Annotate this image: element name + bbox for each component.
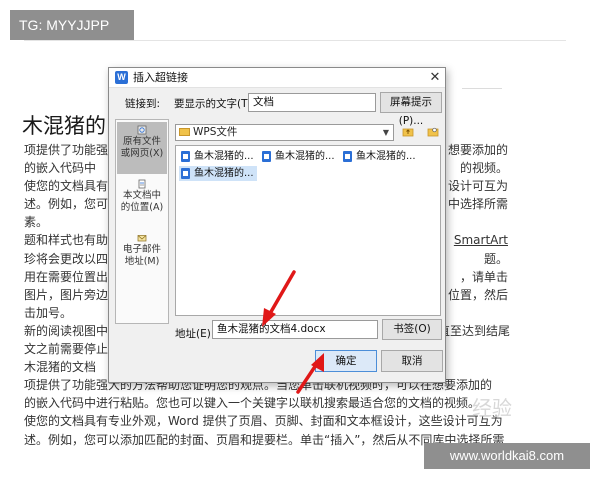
file-name: 鱼木混猪的... <box>194 151 254 162</box>
link-option-label: 电子邮件 地址(M) <box>122 244 161 267</box>
link-option-existing-file[interactable]: 原有文件 或网页(X) <box>117 122 167 174</box>
watermark-tag-bottom: www.worldkai8.com <box>424 443 590 469</box>
file-item[interactable]: 鱼木混猪的... <box>179 149 257 164</box>
link-option-label: 原有文件 或网页(X) <box>120 136 164 159</box>
wps-document-icon <box>343 151 352 162</box>
document-fragment: 设计可互为 <box>447 179 508 194</box>
up-folder-icon[interactable] <box>402 126 414 138</box>
address-label: 地址(E): <box>175 328 215 340</box>
watermark-jingyan: 经验 <box>472 396 512 420</box>
document-fragment: SmartArt <box>453 233 508 248</box>
chevron-down-icon: ▼ <box>382 128 389 137</box>
screen-tip-button[interactable]: 屏幕提示(P)... <box>380 92 442 127</box>
file-item-selected[interactable]: 鱼木混猪的... <box>179 166 257 181</box>
folder-icon <box>179 128 190 136</box>
dialog-title: 插入超链接 <box>133 71 188 84</box>
link-option-label: 本文档中 的位置(A) <box>120 190 164 213</box>
wps-document-icon <box>181 168 190 179</box>
document-fragment <box>438 304 508 322</box>
cancel-button[interactable]: 取消 <box>381 350 443 372</box>
document-right-column: 想要添加的 的视频。 设计可互为 中选择所需 SmartArt 题。 ，请单击 … <box>438 141 511 340</box>
document-fragment: 想要添加的 <box>447 143 508 157</box>
email-icon <box>137 235 147 242</box>
dialog-titlebar[interactable]: W 插入超链接 ✕ <box>109 68 445 88</box>
file-name: 鱼木混猪的... <box>194 168 254 179</box>
document-top-rule <box>24 40 566 41</box>
display-text-label: 要显示的文字(T): <box>174 98 256 110</box>
address-input[interactable]: 鱼木混猪的文档4.docx <box>212 320 378 339</box>
wps-document-icon <box>262 151 271 162</box>
document-fragment: 位置，然后 <box>447 287 508 302</box>
document-line: 的嵌入代码中进行粘贴。您也可以键入一个关键字以联机搜索最适合您的文档的视频。 <box>24 396 481 411</box>
file-name: 鱼木混猪的... <box>356 151 416 162</box>
globe-file-icon <box>137 125 147 135</box>
document-fragment: 中选择所需 <box>447 197 508 212</box>
close-icon[interactable]: ✕ <box>427 69 443 86</box>
link-to-label: 链接到: <box>125 98 161 110</box>
wps-app-icon: W <box>115 71 128 84</box>
document-heading: 木混猪的 <box>22 114 106 138</box>
file-list[interactable]: 鱼木混猪的... 鱼木混猪的... 鱼木混猪的... 鱼木混猪的... <box>175 145 441 316</box>
link-option-this-document[interactable]: 本文档中 的位置(A) <box>117 176 167 226</box>
folder-name: WPS文件 <box>193 126 238 138</box>
document-fragment: 的视频。 <box>459 161 508 176</box>
link-option-email[interactable]: 电子邮件 地址(M) <box>117 230 167 280</box>
document-line: 使您的文档具有专业外观，Word 提供了页眉、页脚、封面和文本框设计，这些设计可… <box>24 414 503 429</box>
bookmark-button[interactable]: 书签(O) <box>382 319 442 340</box>
link-to-panel: 原有文件 或网页(X) 本文档中 的位置(A) 电子邮件 地址(M) <box>115 119 169 324</box>
file-item[interactable]: 鱼木混猪的... <box>260 149 338 164</box>
document-right-rule <box>462 88 502 89</box>
watermark-tag-top: TG: MYYJJPP <box>10 10 134 40</box>
document-place-icon <box>138 179 146 189</box>
display-text-input[interactable]: 文档 <box>248 93 376 112</box>
document-fragment: 题。 <box>483 251 508 266</box>
wps-document-icon <box>181 151 190 162</box>
browse-folder-icon[interactable] <box>427 126 439 138</box>
file-item[interactable]: 鱼木混猪的... <box>341 149 419 164</box>
document-fragment: 直至达到结尾 <box>438 323 511 338</box>
insert-hyperlink-dialog: W 插入超链接 ✕ 链接到: 要显示的文字(T): 文档 屏幕提示(P)... … <box>108 67 446 383</box>
folder-dropdown[interactable]: WPS文件 ▼ <box>175 124 394 141</box>
ok-button[interactable]: 确定 <box>315 350 377 372</box>
file-name: 鱼木混猪的... <box>275 151 335 162</box>
document-fragment: ，请单击 <box>459 269 508 284</box>
document-fragment <box>438 213 508 231</box>
